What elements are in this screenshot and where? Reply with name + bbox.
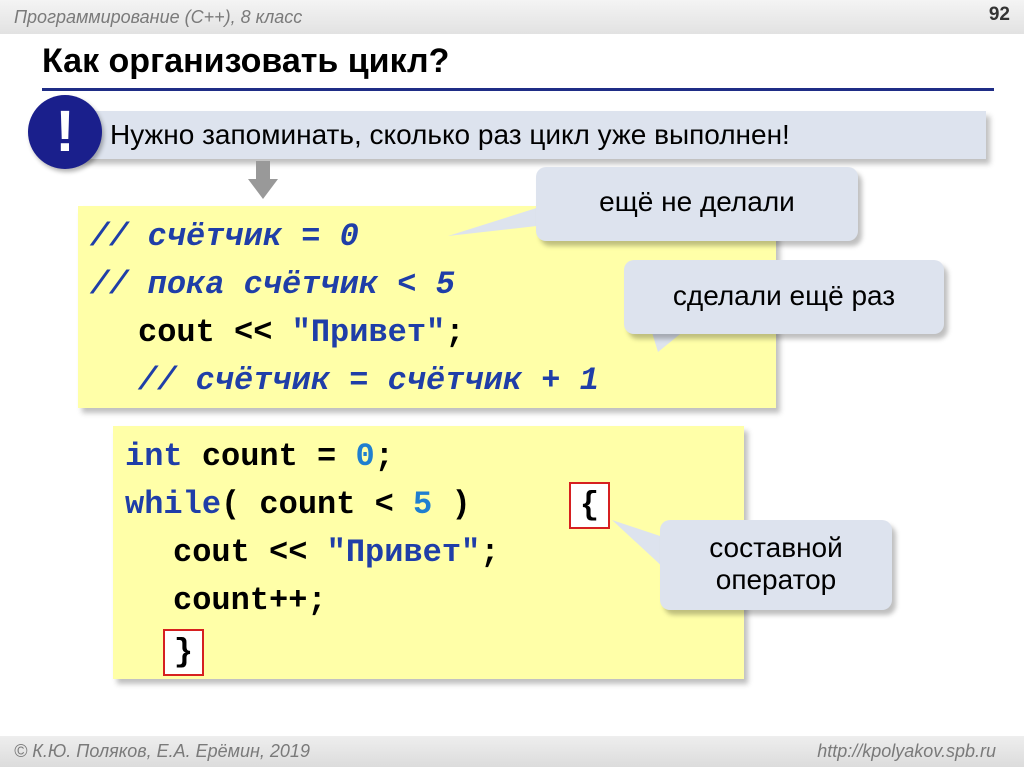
callout-pointer-not-done <box>448 205 546 236</box>
footer-url[interactable]: http://kpolyakov.spb.ru <box>817 741 996 762</box>
callout-pointers <box>448 205 690 570</box>
callout-done-again: сделали ещё раз <box>624 260 944 334</box>
callout-done-again-text: сделали ещё раз <box>672 280 896 311</box>
slide-footer: © К.Ю. Поляков, Е.А. Ерёмин, 2019 http:/… <box>0 736 1024 767</box>
callout-not-done-text: ещё не делали <box>599 186 795 217</box>
callout-not-done: ещё не делали <box>536 167 858 241</box>
callout-pointer-compound <box>612 520 666 570</box>
callout-compound: составной оператор <box>660 520 892 610</box>
callout-compound-line-1: составной <box>709 532 843 563</box>
footer-authors: © К.Ю. Поляков, Е.А. Ерёмин, 2019 <box>14 741 310 761</box>
callout-compound-line-2: оператор <box>715 564 837 595</box>
